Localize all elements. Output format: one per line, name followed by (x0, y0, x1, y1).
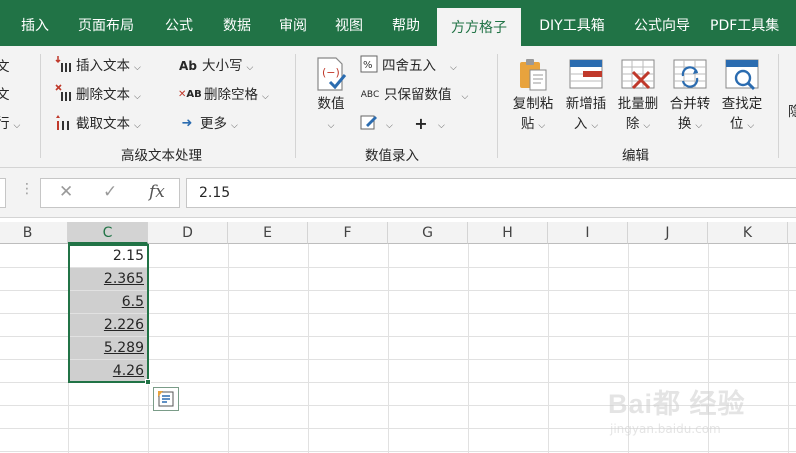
tab-insert[interactable]: 插入 (8, 0, 62, 46)
edit-value-button[interactable]: ⌵ (360, 113, 393, 135)
arrow-right-icon: ➜ (181, 116, 193, 131)
delete-space-icon: ✕AB (178, 89, 202, 100)
tab-formula-wizard[interactable]: 公式向导 (622, 0, 702, 46)
number-icon: (−) (314, 56, 348, 92)
ribbon-tab-bar: 插入 页面布局 公式 数据 审阅 视图 帮助 方方格子 DIY工具箱 公式向导 … (0, 0, 796, 46)
svg-text:(−): (−) (322, 66, 340, 79)
formula-bar: ⋮ ✕ ✓ fx 2.15 (0, 168, 796, 218)
group-label-edit: 编辑 (622, 148, 649, 164)
name-box[interactable] (0, 178, 6, 208)
case-button[interactable]: Ab 大小写 ⌵ (178, 55, 253, 77)
column-header-h[interactable]: H (468, 222, 548, 244)
tab-pdf-tools[interactable]: PDF工具集 (710, 0, 796, 46)
partial-left-item-3[interactable]: 行 ⌵ (0, 113, 20, 135)
formula-input[interactable]: 2.15 (186, 178, 796, 208)
cancel-icon[interactable]: ✕ (59, 182, 73, 202)
group-label-text-processing: 高级文本处理 (121, 148, 202, 164)
edit-icon (360, 113, 378, 138)
formula-buttons: ✕ ✓ fx (40, 178, 180, 208)
plus-icon: + (414, 114, 428, 133)
worksheet-grid: B C D E F G H I J K 2.15 2.365 6.5 2.226… (0, 222, 796, 453)
column-header-d[interactable]: D (148, 222, 228, 244)
find-locate-icon (725, 56, 759, 92)
formula-bar-grip[interactable]: ⋮ (20, 181, 34, 197)
cell-c4[interactable]: 2.226 (68, 314, 148, 337)
column-header-e[interactable]: E (228, 222, 308, 244)
round-icon: % (360, 55, 378, 80)
delete-text-icon (54, 84, 72, 109)
group-separator (295, 54, 296, 158)
group-separator (778, 54, 779, 158)
insert-function-icon[interactable]: fx (149, 182, 165, 202)
insert-text-button[interactable]: 插入文本 ⌵ (54, 55, 141, 77)
svg-text:%: % (363, 60, 373, 71)
tab-diy-toolbox[interactable]: DIY工具箱 (526, 0, 618, 46)
enter-icon[interactable]: ✓ (103, 182, 117, 202)
merge-convert-icon (673, 56, 707, 92)
partial-hide-button[interactable]: 隐 (788, 102, 796, 122)
group-label-value-entry: 数值录入 (365, 148, 419, 164)
column-header-l[interactable] (788, 222, 796, 244)
round-button[interactable]: % 四舍五入 ⌵ (360, 55, 457, 77)
tab-review[interactable]: 审阅 (266, 0, 320, 46)
batch-delete-button[interactable]: 批量删 除 ⌵ (612, 56, 664, 136)
fill-handle[interactable] (145, 379, 151, 385)
keep-value-button[interactable]: ABC 只保留数值 ⌵ (360, 84, 469, 106)
column-header-c[interactable]: C (68, 222, 148, 244)
copy-paste-icon (516, 56, 550, 92)
cell-c3[interactable]: 6.5 (68, 291, 148, 314)
column-header-i[interactable]: I (548, 222, 628, 244)
tab-fangfang-gezi[interactable]: 方方格子 (437, 8, 521, 46)
merge-convert-button[interactable]: 合并转 换 ⌵ (664, 56, 716, 136)
keep-value-icon: ABC (360, 90, 380, 100)
extract-text-icon (54, 113, 72, 138)
insert-text-icon (54, 55, 72, 80)
tab-view[interactable]: 视图 (322, 0, 376, 46)
insert-row-button[interactable]: 新增插 入 ⌵ (560, 56, 612, 136)
column-header-g[interactable]: G (388, 222, 468, 244)
partial-left-item-2[interactable]: 文 (0, 84, 10, 106)
tab-data[interactable]: 数据 (210, 0, 264, 46)
column-header-k[interactable]: K (708, 222, 788, 244)
batch-delete-icon (621, 56, 655, 92)
case-icon: Ab (179, 59, 197, 73)
insert-row-icon (569, 56, 603, 92)
quick-analysis-button[interactable] (153, 387, 179, 411)
tab-help[interactable]: 帮助 (378, 0, 434, 46)
delete-space-button[interactable]: ✕AB 删除空格 ⌵ (178, 84, 269, 106)
column-header-j[interactable]: J (628, 222, 708, 244)
tab-formulas[interactable]: 公式 (150, 0, 208, 46)
column-header-f[interactable]: F (308, 222, 388, 244)
find-locate-button[interactable]: 查找定 位 ⌵ (716, 56, 768, 136)
add-value-button[interactable]: + ⌵ (412, 113, 445, 135)
delete-text-button[interactable]: 删除文本 ⌵ (54, 84, 141, 106)
copy-paste-button[interactable]: 复制粘 贴 ⌵ (507, 56, 559, 136)
group-separator (497, 54, 498, 158)
cell-c1[interactable]: 2.15 (68, 245, 148, 268)
quick-analysis-icon (158, 391, 174, 407)
ribbon: 文 文 行 ⌵ 插入文本 ⌵ 删除文本 ⌵ 截取文本 ⌵ Ab 大小写 ⌵ ✕AB 删除空格 ⌵… (0, 46, 796, 168)
partial-left-item-1[interactable]: 文 (0, 56, 10, 78)
column-header-b[interactable]: B (0, 222, 68, 244)
cell-c2[interactable]: 2.365 (68, 268, 148, 291)
tab-page-layout[interactable]: 页面布局 (66, 0, 146, 46)
group-separator (40, 54, 41, 158)
more-button[interactable]: ➜ 更多 ⌵ (178, 113, 238, 135)
number-button[interactable]: (−) 数值 ⌵ (312, 56, 350, 136)
cell-c6[interactable]: 4.26 (68, 360, 148, 383)
cell-c5[interactable]: 5.289 (68, 337, 148, 360)
extract-text-button[interactable]: 截取文本 ⌵ (54, 113, 141, 135)
